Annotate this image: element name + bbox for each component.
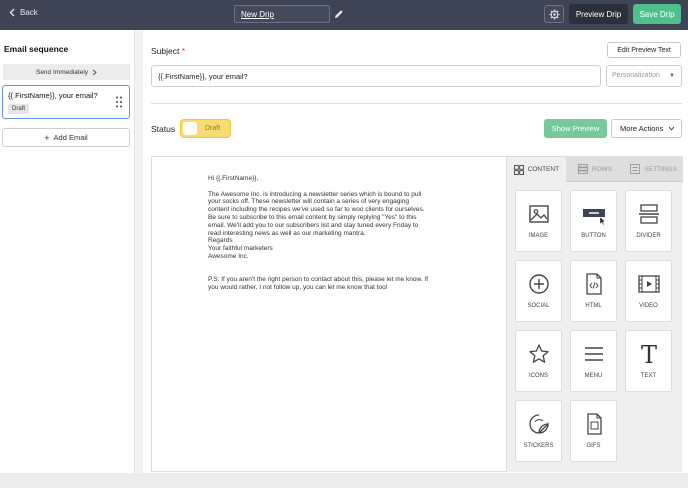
image-icon bbox=[529, 205, 549, 223]
chevron-right-icon bbox=[92, 69, 97, 75]
tool-image[interactable]: IMAGE bbox=[515, 190, 562, 252]
personalization-select[interactable]: Personalization ▼ bbox=[606, 65, 682, 87]
settings-panel-icon bbox=[630, 164, 641, 174]
personalization-placeholder: Personalization bbox=[612, 72, 660, 79]
email-editor: Hi {{.FirstName}}, The Awesome Inc. is i… bbox=[151, 156, 684, 472]
grid-icon bbox=[513, 164, 524, 175]
email-line: Regards bbox=[208, 237, 233, 245]
drag-handle-icon[interactable] bbox=[116, 96, 122, 108]
pencil-icon[interactable] bbox=[334, 9, 344, 19]
menu-icon bbox=[585, 347, 603, 361]
plus-icon: + bbox=[44, 132, 50, 143]
html-icon bbox=[586, 273, 602, 295]
email-line: read interesting news as well as our mar… bbox=[208, 229, 366, 237]
save-drip-button[interactable]: Save Drip bbox=[633, 4, 681, 24]
preview-drip-button[interactable]: Preview Drip bbox=[569, 4, 628, 24]
tab-settings[interactable]: SETTINGS bbox=[624, 157, 684, 182]
tools-tabs: CONTENT ROWS SETTINGS bbox=[507, 157, 684, 182]
email-line: Your faithful marketers bbox=[208, 245, 273, 253]
email-greeting: Hi {{.FirstName}}, bbox=[208, 175, 259, 182]
status-label: Status bbox=[151, 124, 176, 134]
caret-down-icon: ▼ bbox=[669, 73, 675, 79]
email-body-canvas[interactable]: Hi {{.FirstName}}, The Awesome Inc. is i… bbox=[208, 175, 453, 292]
text-icon: T bbox=[641, 343, 657, 365]
email-ps-line: P.S: If you aren't the right person to c… bbox=[208, 276, 429, 284]
edit-preview-text-button[interactable]: Edit Preview Text bbox=[607, 42, 681, 58]
more-actions-dropdown[interactable]: More Actions bbox=[611, 119, 682, 138]
tool-button[interactable]: BUTTON bbox=[570, 190, 617, 252]
add-email-button[interactable]: + Add Email bbox=[2, 128, 130, 147]
status-value: Draft bbox=[205, 125, 221, 132]
add-email-label: Add Email bbox=[53, 133, 88, 142]
email-line: Awesome Inc. bbox=[208, 252, 249, 260]
button-icon bbox=[583, 209, 605, 225]
subject-input[interactable]: {{.FirstName}}, your email? bbox=[151, 65, 601, 87]
status-toggle[interactable]: Draft bbox=[180, 119, 231, 138]
more-actions-label: More Actions bbox=[620, 124, 664, 133]
divider-icon bbox=[639, 204, 659, 224]
tool-menu[interactable]: MENU bbox=[570, 330, 617, 392]
tool-stickers[interactable]: STICKERS bbox=[515, 400, 562, 462]
tool-divider[interactable]: DIVIDER bbox=[625, 190, 672, 252]
email-line: Be sure to subscribe to this email conte… bbox=[208, 213, 417, 221]
subject-label: Subject * bbox=[151, 46, 186, 56]
back-label: Back bbox=[20, 8, 38, 17]
main-panel: Subject * Edit Preview Text {{.FirstName… bbox=[143, 30, 688, 473]
social-icon bbox=[529, 274, 549, 294]
tab-rows[interactable]: ROWS bbox=[565, 157, 625, 182]
tool-video[interactable]: VIDEO bbox=[625, 260, 672, 322]
tool-icons[interactable]: ICONS bbox=[515, 330, 562, 392]
sticker-icon bbox=[529, 414, 549, 434]
email-line: your socks off. These newsletter will co… bbox=[208, 198, 410, 206]
content-tools-panel: CONTENT ROWS SETTINGS IMAGE BUTTON DIVID… bbox=[506, 157, 684, 472]
required-mark: * bbox=[181, 46, 186, 56]
tool-social[interactable]: SOCIAL bbox=[515, 260, 562, 322]
sidebar-title: Email sequence bbox=[4, 44, 69, 54]
star-icon bbox=[529, 344, 549, 363]
svg-text:T: T bbox=[641, 343, 657, 365]
tool-text[interactable]: T TEXT bbox=[625, 330, 672, 392]
email-line: The Awesome Inc. is introducing a newsle… bbox=[208, 190, 422, 198]
tab-content[interactable]: CONTENT bbox=[507, 157, 566, 182]
drip-name-input[interactable]: New Drip bbox=[234, 5, 330, 23]
chevron-left-icon bbox=[9, 8, 15, 17]
email-line: email. We'll add you to our subscribers … bbox=[208, 221, 419, 229]
top-bar: Back New Drip Preview Drip Save Drip bbox=[0, 0, 688, 30]
chevron-down-icon bbox=[668, 126, 675, 131]
divider bbox=[151, 103, 682, 104]
tool-html[interactable]: HTML bbox=[570, 260, 617, 322]
gif-file-icon bbox=[587, 413, 602, 435]
send-immediately-label: Send Immediately bbox=[35, 68, 89, 76]
back-button[interactable]: Back bbox=[9, 8, 38, 17]
email-line: content including the recipes we've used… bbox=[208, 206, 425, 214]
email-ps-line: you would rather, I not follow up, you c… bbox=[208, 284, 388, 292]
email-card-subject: {{.FirstName}}, your email? bbox=[8, 91, 98, 100]
video-icon bbox=[638, 275, 660, 293]
send-immediately-button[interactable]: Send Immediately bbox=[3, 64, 130, 80]
tool-gifs[interactable]: GIFS bbox=[570, 400, 617, 462]
footer-strip bbox=[0, 473, 688, 488]
email-card[interactable]: {{.FirstName}}, your email? Draft bbox=[2, 85, 130, 119]
email-sequence-sidebar: Email sequence Send Immediately {{.First… bbox=[0, 30, 135, 473]
toggle-knob bbox=[183, 122, 197, 135]
settings-button[interactable] bbox=[544, 5, 564, 23]
rows-icon bbox=[577, 164, 588, 174]
show-preview-button[interactable]: Show Preview bbox=[544, 119, 607, 138]
gear-icon bbox=[548, 8, 560, 20]
status-badge: Draft bbox=[8, 104, 30, 114]
